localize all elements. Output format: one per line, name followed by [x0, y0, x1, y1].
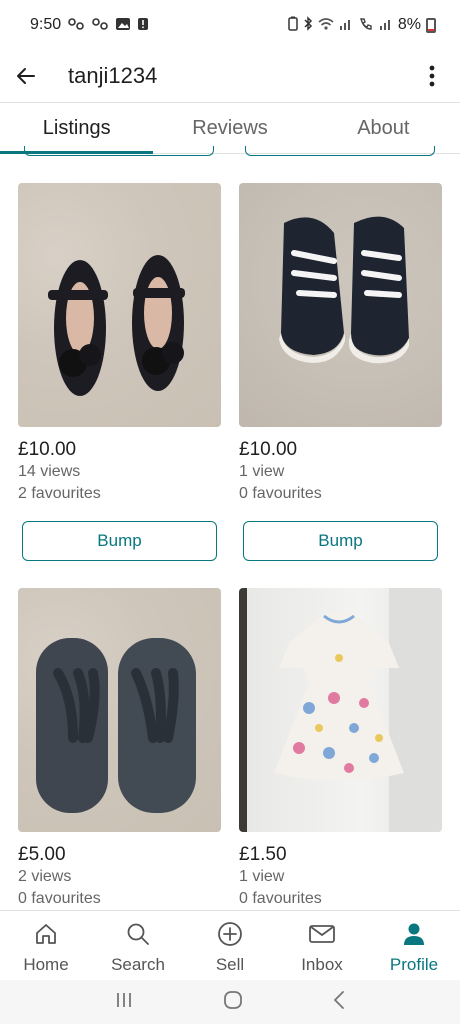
plus-circle-icon — [215, 919, 245, 949]
nav-label: Search — [111, 955, 165, 974]
nav-label: Inbox — [301, 955, 343, 974]
battery-icon — [426, 17, 436, 33]
listing-card[interactable]: £10.00 14 views 2 favourites Bump — [18, 183, 221, 561]
home-icon — [31, 919, 61, 949]
listing-photo[interactable] — [18, 588, 221, 832]
nav-label: Profile — [389, 955, 439, 974]
flip-flops-image — [36, 638, 196, 813]
listing-views: 1 view — [239, 868, 285, 885]
listing-price: £10.00 — [239, 439, 298, 460]
listing-favourites: 0 favourites — [239, 890, 322, 907]
home-circle-icon — [224, 990, 242, 1009]
listing-views: 1 view — [239, 463, 285, 480]
listing-price: £5.00 — [18, 844, 66, 865]
listing-photo[interactable] — [239, 588, 442, 832]
nav-profile[interactable]: Profile — [368, 911, 460, 980]
listing-views: 2 views — [18, 868, 72, 885]
listing-favourites: 0 favourites — [18, 890, 101, 907]
status-bar: 9:50 8% — [0, 0, 460, 50]
battery-percent: 8% — [397, 16, 421, 33]
notification-icon — [91, 17, 109, 34]
back-system-button[interactable] — [332, 990, 346, 1015]
scrolled-button-edge — [245, 146, 435, 156]
back-button[interactable] — [2, 52, 50, 100]
more-button[interactable] — [412, 52, 452, 100]
listing-favourites: 0 favourites — [239, 485, 322, 502]
listing-price: £1.50 — [239, 844, 287, 865]
call-icon — [358, 17, 374, 34]
listing-card[interactable]: £5.00 2 views 0 favourites — [18, 588, 221, 910]
mail-icon — [307, 919, 337, 949]
chevron-left-icon — [333, 990, 344, 1009]
listing-views: 14 views — [18, 463, 81, 480]
bump-button[interactable]: Bump — [22, 521, 217, 561]
recent-apps-button[interactable] — [114, 991, 134, 1014]
signal-icon — [379, 17, 393, 34]
nav-home[interactable]: Home — [0, 911, 92, 980]
arrow-left-icon — [17, 68, 35, 84]
bluetooth-icon — [303, 16, 313, 34]
nav-sell[interactable]: Sell — [184, 911, 276, 980]
battery-saver-icon — [288, 16, 298, 34]
floral-dress-image — [274, 588, 442, 832]
bump-button[interactable]: Bump — [243, 521, 438, 561]
status-right: 8% — [288, 16, 436, 34]
signal-icon — [339, 17, 353, 34]
home-system-button[interactable] — [223, 990, 243, 1015]
nav-label: Sell — [215, 955, 245, 974]
nav-inbox[interactable]: Inbox — [276, 911, 368, 980]
gallery-icon — [115, 17, 131, 34]
wifi-icon — [318, 17, 334, 34]
nav-label: Home — [23, 955, 69, 974]
alert-icon — [137, 17, 149, 34]
more-vertical-icon — [429, 65, 435, 87]
listing-price: £10.00 — [18, 439, 77, 460]
scrolled-button-edge — [24, 146, 214, 156]
status-time: 9:50 — [30, 16, 62, 33]
recent-apps-icon — [117, 992, 132, 1007]
app-bar: tanji1234 — [0, 50, 460, 102]
system-nav-bar — [0, 980, 460, 1024]
listing-photo[interactable] — [239, 183, 442, 427]
notification-icon — [67, 17, 85, 34]
person-icon — [399, 919, 429, 949]
bottom-nav: Home Search Sell Inbox Profile — [0, 910, 460, 980]
page-title: tanji1234 — [68, 63, 158, 88]
listing-favourites: 2 favourites — [18, 485, 101, 502]
listing-card[interactable]: £1.50 1 view 0 favourites — [239, 588, 442, 910]
black-shoes-image — [48, 255, 185, 396]
listing-card[interactable]: £10.00 1 view 0 favourites Bump — [239, 183, 442, 561]
listing-photo[interactable] — [18, 183, 221, 427]
status-left: 9:50 — [30, 16, 149, 34]
search-icon — [123, 919, 153, 949]
sneakers-image — [279, 216, 409, 364]
nav-search[interactable]: Search — [92, 911, 184, 980]
